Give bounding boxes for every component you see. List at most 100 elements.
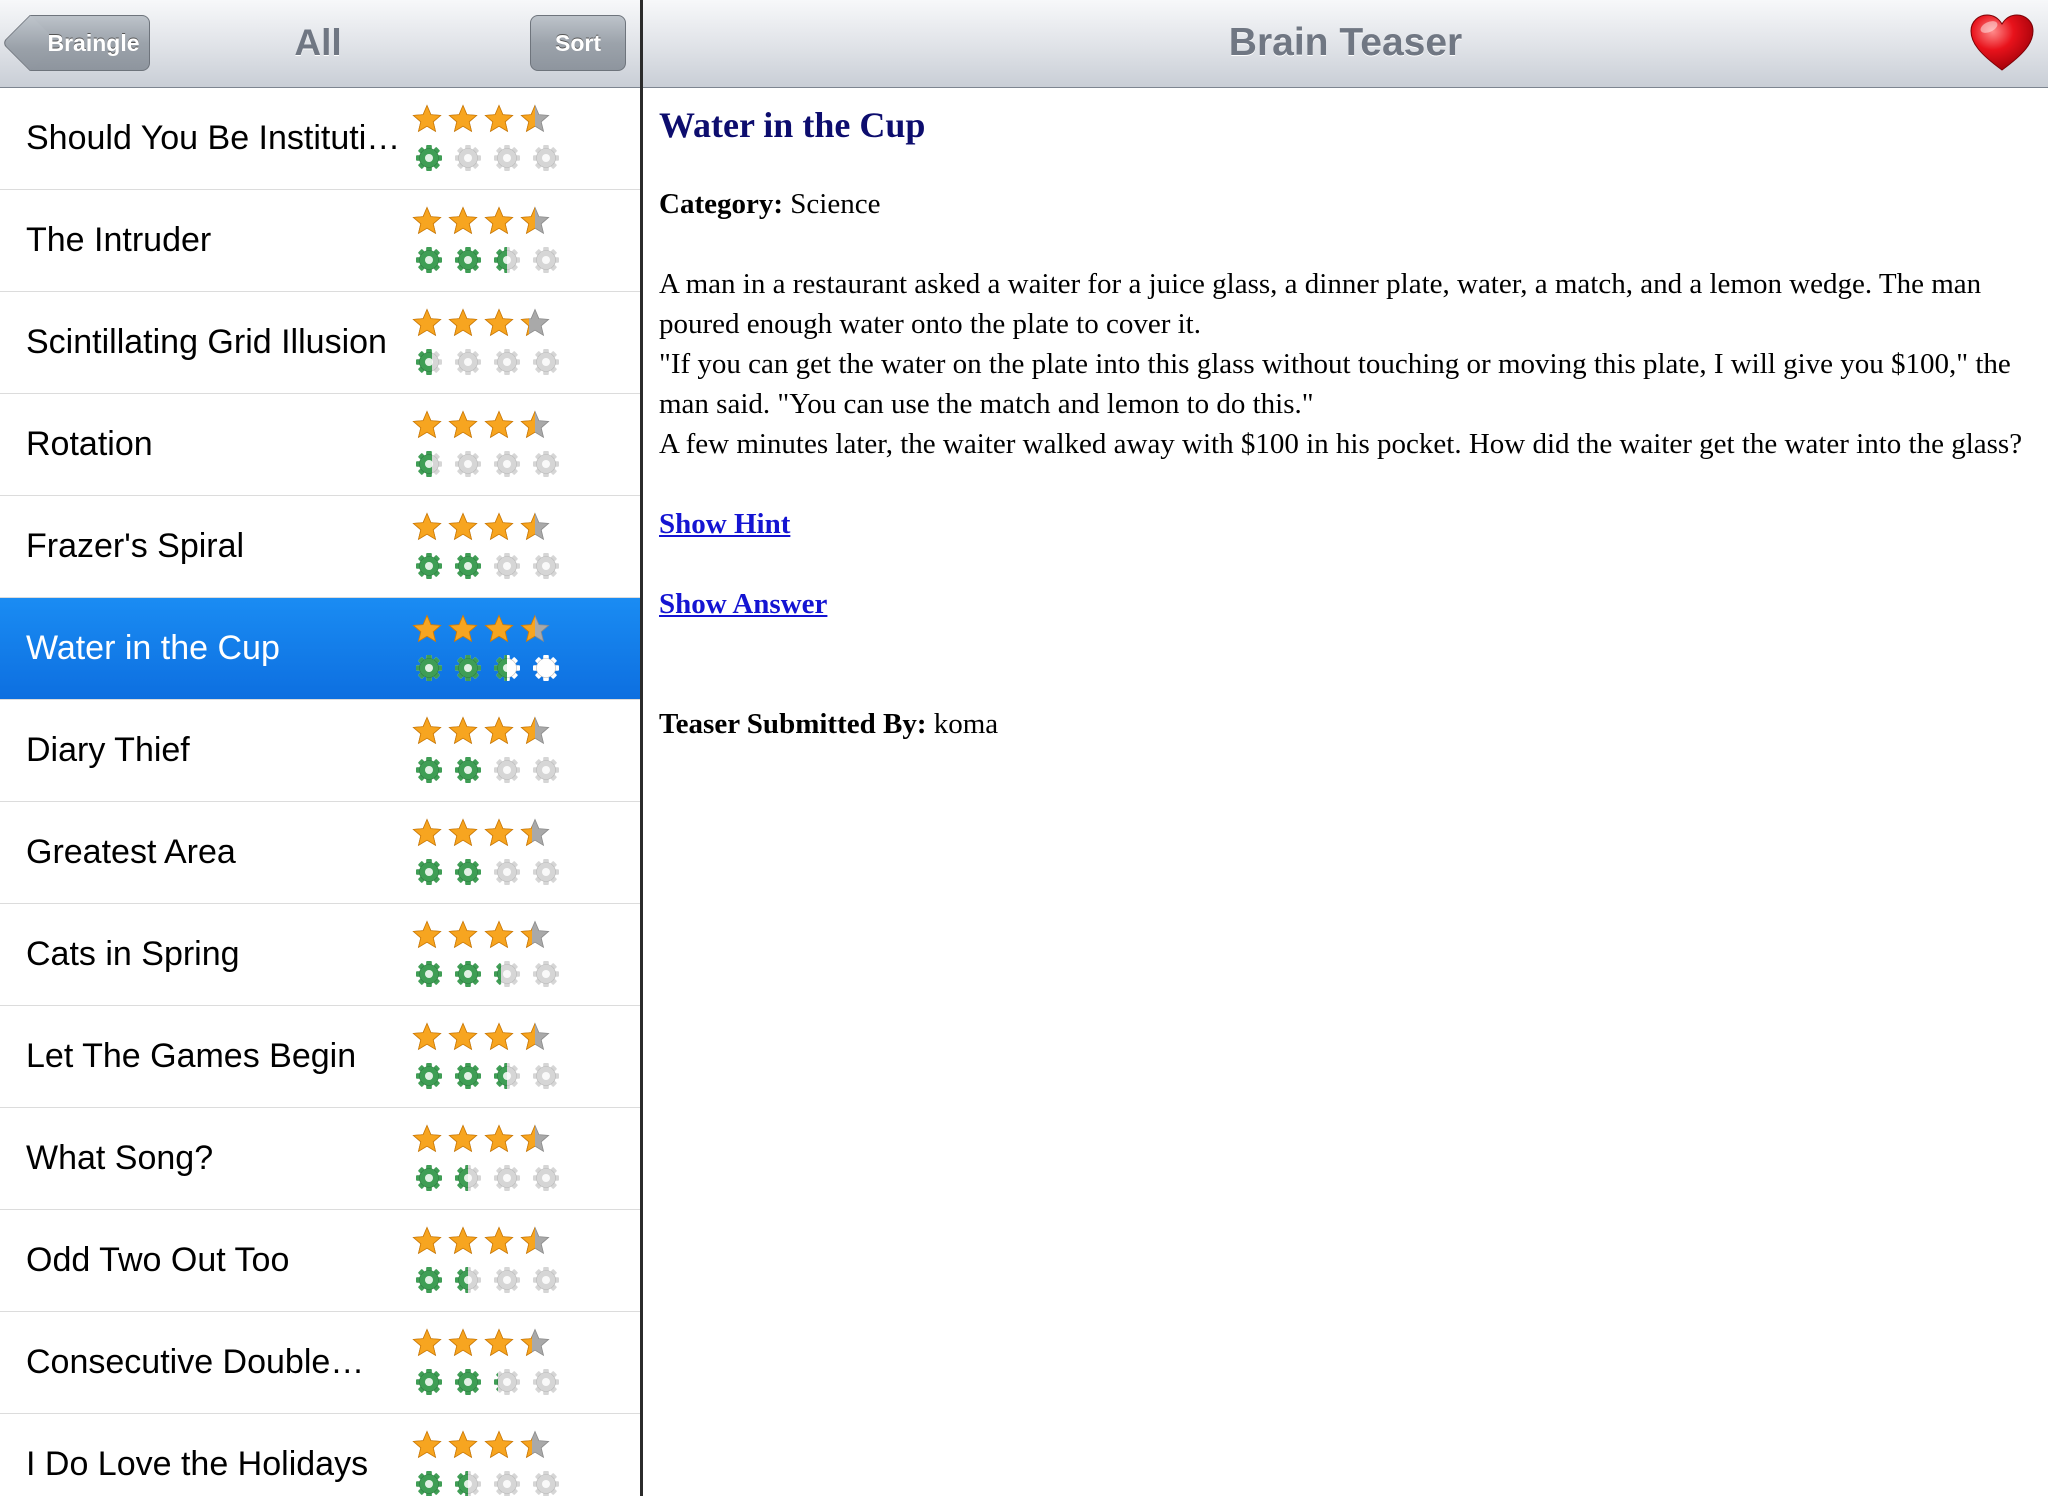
difficulty-gears [414,1367,570,1399]
rating-stars [412,818,556,852]
star-icon [412,1328,442,1357]
back-button-label: Braingle [47,30,140,56]
star-icon [448,1022,478,1051]
star-icon [484,1124,514,1153]
rating-stars [412,206,556,240]
teaser-title: Water in the Cup [659,105,926,145]
gear-icon [455,961,481,987]
gear-icon [533,1165,559,1191]
rating-stars [412,410,556,444]
star-icon [484,512,514,541]
rating-stars [412,512,556,546]
gear-icon [416,145,442,171]
list-item[interactable]: Rotation [0,394,640,496]
gear-icon [416,349,442,375]
star-icon [412,104,442,133]
list-item[interactable]: Odd Two Out Too [0,1210,640,1312]
list-item-title: Let The Games Begin [26,1037,357,1075]
gear-icon [416,451,442,477]
list-item[interactable]: Cats in Spring [0,904,640,1006]
difficulty-gears [414,347,570,379]
detail-navigation-bar: Brain Teaser [643,0,2048,88]
submitted-label: Teaser Submitted By: [659,708,927,740]
difficulty-gears [414,959,570,991]
gear-icon [455,1471,481,1496]
list-item-title: Should You Be Instituti… [26,119,401,157]
show-answer-link[interactable]: Show Answer [659,584,827,624]
gear-icon [455,757,481,783]
star-icon [520,716,550,745]
category-value: Science [790,188,881,220]
list-item[interactable]: Water in the Cup [0,598,640,700]
star-icon [520,308,550,337]
split-divider [640,0,643,1496]
list-item[interactable]: Frazer's Spiral [0,496,640,598]
gear-icon [533,1369,559,1395]
heart-icon[interactable] [1970,14,2034,72]
star-icon [484,410,514,439]
star-icon [448,308,478,337]
rating-stars [412,1124,556,1158]
difficulty-gears [414,1163,570,1195]
rating-stars [412,1022,556,1056]
gear-icon [416,553,442,579]
gear-icon [416,1165,442,1191]
category-label: Category: [659,188,784,220]
gear-icon [455,1165,481,1191]
list-item-title: Frazer's Spiral [26,527,245,565]
gear-icon [455,1063,481,1089]
star-icon [520,614,550,643]
star-icon [448,1328,478,1357]
star-icon [520,920,550,949]
difficulty-gears [414,1469,570,1496]
gear-icon [494,859,520,885]
detail-title: Brain Teaser [1228,21,1463,64]
list-item[interactable]: Consecutive Double… [0,1312,640,1414]
gear-icon [416,1063,442,1089]
star-icon [448,1226,478,1255]
gear-icon [494,145,520,171]
star-icon [484,1022,514,1051]
star-icon [412,716,442,745]
list-item-title: Consecutive Double… [26,1343,365,1381]
star-icon [412,206,442,235]
star-icon [448,818,478,847]
show-hint-link[interactable]: Show Hint [659,504,790,544]
star-icon [484,1430,514,1459]
list-item-title: Water in the Cup [26,629,280,667]
star-icon [484,920,514,949]
gear-icon [533,859,559,885]
star-icon [412,818,442,847]
sort-button[interactable]: Sort [530,15,626,71]
gear-icon [416,1369,442,1395]
star-icon [484,308,514,337]
difficulty-gears [414,449,570,481]
back-button[interactable]: Braingle [1,14,150,72]
list-item[interactable]: I Do Love the Holidays [0,1414,640,1496]
star-icon [520,1430,550,1459]
rating-stars [412,308,556,342]
list-item[interactable]: Should You Be Instituti… [0,88,640,190]
gear-icon [533,1063,559,1089]
gear-icon [494,1267,520,1293]
rating-stars [412,104,556,138]
list-item-title: Odd Two Out Too [26,1241,290,1279]
gear-icon [494,247,520,273]
star-icon [520,1022,550,1051]
gear-icon [494,757,520,783]
list-item[interactable]: What Song? [0,1108,640,1210]
gear-icon [455,247,481,273]
gear-icon [533,655,559,681]
star-icon [484,818,514,847]
list-item[interactable]: Let The Games Begin [0,1006,640,1108]
list-item[interactable]: The Intruder [0,190,640,292]
gear-icon [416,247,442,273]
gear-icon [416,1471,442,1496]
gear-icon [494,451,520,477]
star-icon [412,1226,442,1255]
list-item[interactable]: Greatest Area [0,802,640,904]
list-item[interactable]: Scintillating Grid Illusion [0,292,640,394]
star-icon [484,614,514,643]
teaser-content: Water in the Cup Category: Science A man… [659,88,2039,744]
list-item[interactable]: Diary Thief [0,700,640,802]
